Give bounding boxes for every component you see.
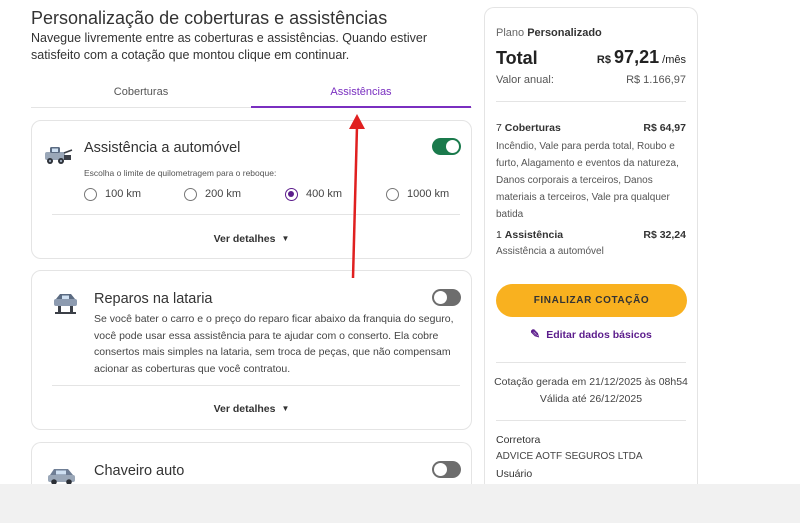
edit-label: Editar dados básicos — [546, 329, 652, 341]
coverages-price: R$ 64,97 — [643, 122, 686, 134]
toggle-knob — [434, 291, 447, 304]
card-auto-assist: Assistência a automóvel Escolha o limite… — [31, 120, 472, 259]
card-title: Reparos na lataria — [94, 291, 213, 307]
user-label: Usuário — [496, 468, 533, 480]
assistances-price: R$ 32,24 — [643, 229, 686, 241]
card-title: Chaveiro auto — [94, 463, 185, 479]
coverages-label: Coberturas — [504, 122, 561, 134]
total-value: R$ 97,21 /mês — [597, 47, 686, 68]
card-body-repair: Reparos na lataria Se você bater o carro… — [31, 270, 472, 430]
chevron-down-icon: ▼ — [281, 404, 290, 413]
toggle-knob — [434, 463, 447, 476]
finalize-quote-button[interactable]: FINALIZAR COTAÇÃO — [496, 284, 687, 317]
broker-label: Corretora — [496, 434, 541, 446]
radio-label: 1000 km — [407, 188, 450, 200]
total-label: Total — [496, 48, 538, 68]
radio-dot — [84, 187, 97, 201]
divider — [52, 214, 460, 215]
details-label: Ver detalhes — [213, 233, 276, 245]
quote-valid-until: Válida até 26/12/2025 — [539, 393, 643, 405]
quote-summary: Plano Personalizado Total R$ 97,21 /mês … — [484, 7, 698, 487]
page-title: Personalização de coberturas e assistênc… — [31, 8, 388, 28]
details-button[interactable]: Ver detalhes ▼ — [32, 403, 471, 415]
intro-text: Navegue livremente entre as coberturas e… — [31, 31, 428, 62]
assistances-heading: 1 Assistência — [496, 229, 563, 241]
divider — [496, 362, 686, 363]
radio-100km[interactable]: 100 km — [84, 186, 141, 202]
currency: R$ — [596, 54, 611, 66]
assistances-list: Assistência a automóvel — [496, 246, 604, 257]
plan-prefix: Plano — [496, 27, 525, 39]
total-amount: 97,21 — [614, 47, 660, 67]
coverages-heading: 7 Coberturas — [496, 122, 561, 134]
pencil-icon: ✎ — [530, 327, 541, 341]
card-title: Assistência a automóvel — [84, 140, 241, 156]
plan-label: Plano Personalizado — [496, 27, 602, 39]
annotation-arrow — [349, 114, 365, 279]
divider — [52, 385, 460, 386]
tab-assistencias[interactable]: Assistências — [251, 80, 471, 108]
annual-value: R$ 1.166,97 — [626, 74, 686, 86]
car-lift-icon — [54, 294, 77, 314]
radio-200km[interactable]: 200 km — [184, 186, 241, 202]
quote-generated: Cotação gerada em 21/12/2025 às 08h54 — [494, 376, 688, 388]
plan-name: Personalizado — [527, 27, 602, 39]
bottom-band — [0, 484, 800, 523]
toggle-knob — [446, 140, 459, 153]
annual-label: Valor anual: — [496, 74, 554, 86]
toggle-body-repair[interactable] — [432, 289, 461, 306]
tow-truck-icon — [45, 147, 73, 164]
toggle-auto-assist[interactable] — [432, 138, 461, 155]
edit-basic-data-link[interactable]: ✎ Editar dados básicos — [485, 327, 697, 341]
assist-count: 1 — [496, 229, 502, 241]
details-label: Ver detalhes — [213, 403, 276, 415]
divider — [496, 101, 686, 102]
per-month: /mês — [662, 54, 686, 66]
radio-dot — [386, 187, 399, 201]
broker-name: ADVICE AOTF SEGUROS LTDA — [496, 451, 643, 462]
card-description: Se você bater o carro e o preço do repar… — [94, 313, 454, 376]
radio-label: 100 km — [105, 188, 142, 200]
km-limit-label: Escolha o limite de quilometragem para o… — [84, 168, 277, 178]
toggle-locksmith[interactable] — [432, 461, 461, 478]
coverages-count: 7 — [496, 122, 502, 134]
radio-dot-selected — [285, 187, 298, 201]
coverages-list: Incêndio, Vale para perda total, Roubo e… — [496, 141, 679, 220]
assist-label: Assistência — [504, 229, 564, 241]
radio-label: 400 km — [306, 188, 343, 200]
radio-400km[interactable]: 400 km — [285, 186, 342, 202]
details-button[interactable]: Ver detalhes ▼ — [32, 233, 471, 245]
radio-label: 200 km — [205, 188, 242, 200]
radio-dot — [184, 187, 197, 201]
radio-1000km[interactable]: 1000 km — [386, 186, 449, 202]
tab-coberturas[interactable]: Coberturas — [31, 80, 251, 108]
chevron-down-icon: ▼ — [281, 234, 290, 243]
tabs: Coberturas Assistências — [31, 80, 472, 108]
divider — [496, 420, 686, 421]
